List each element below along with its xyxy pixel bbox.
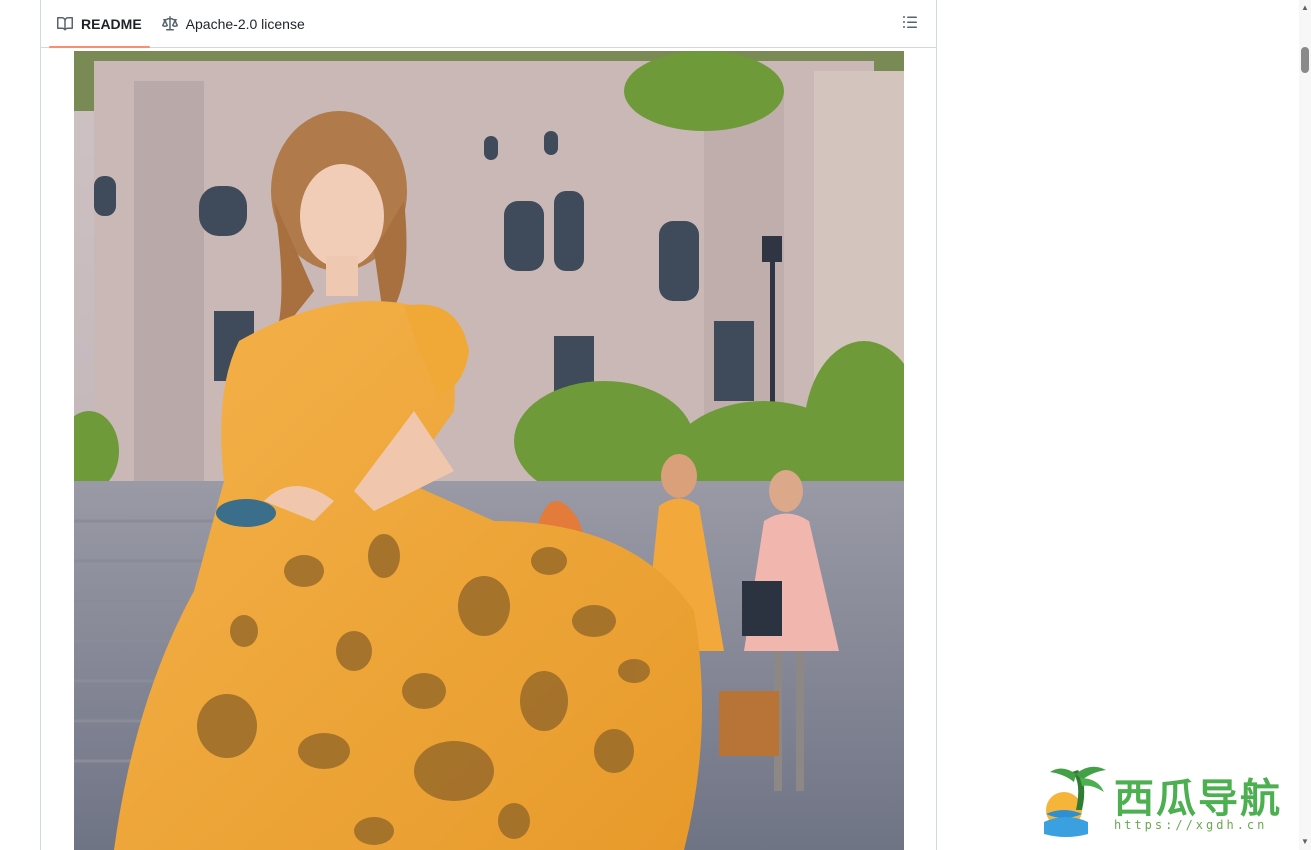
list-unordered-icon xyxy=(902,14,918,35)
readme-hero-image xyxy=(74,51,904,850)
watermark-url: https://xgdh.cn xyxy=(1114,818,1268,832)
watermark-title: 西瓜导航 xyxy=(1114,776,1282,822)
scroll-up-arrow-icon[interactable]: ▲ xyxy=(1301,4,1309,12)
watermark: 西瓜导航 https://xgdh.cn xyxy=(1042,762,1292,840)
page-scrollbar[interactable]: ▲ ▼ xyxy=(1299,0,1311,850)
outline-button[interactable] xyxy=(898,12,922,36)
book-icon xyxy=(57,16,73,32)
tab-license[interactable]: Apache-2.0 license xyxy=(154,0,313,47)
tab-readme-label: README xyxy=(81,15,142,32)
tab-readme[interactable]: README xyxy=(49,0,150,48)
law-icon xyxy=(161,15,178,32)
scrollbar-thumb[interactable] xyxy=(1301,47,1309,73)
scroll-down-arrow-icon[interactable]: ▼ xyxy=(1301,838,1309,846)
watermark-logo-icon xyxy=(1044,766,1106,837)
tab-license-label: Apache-2.0 license xyxy=(185,15,305,32)
readme-panel: README Apache-2.0 license xyxy=(40,0,937,850)
readme-tabbar: README Apache-2.0 license xyxy=(41,0,936,48)
